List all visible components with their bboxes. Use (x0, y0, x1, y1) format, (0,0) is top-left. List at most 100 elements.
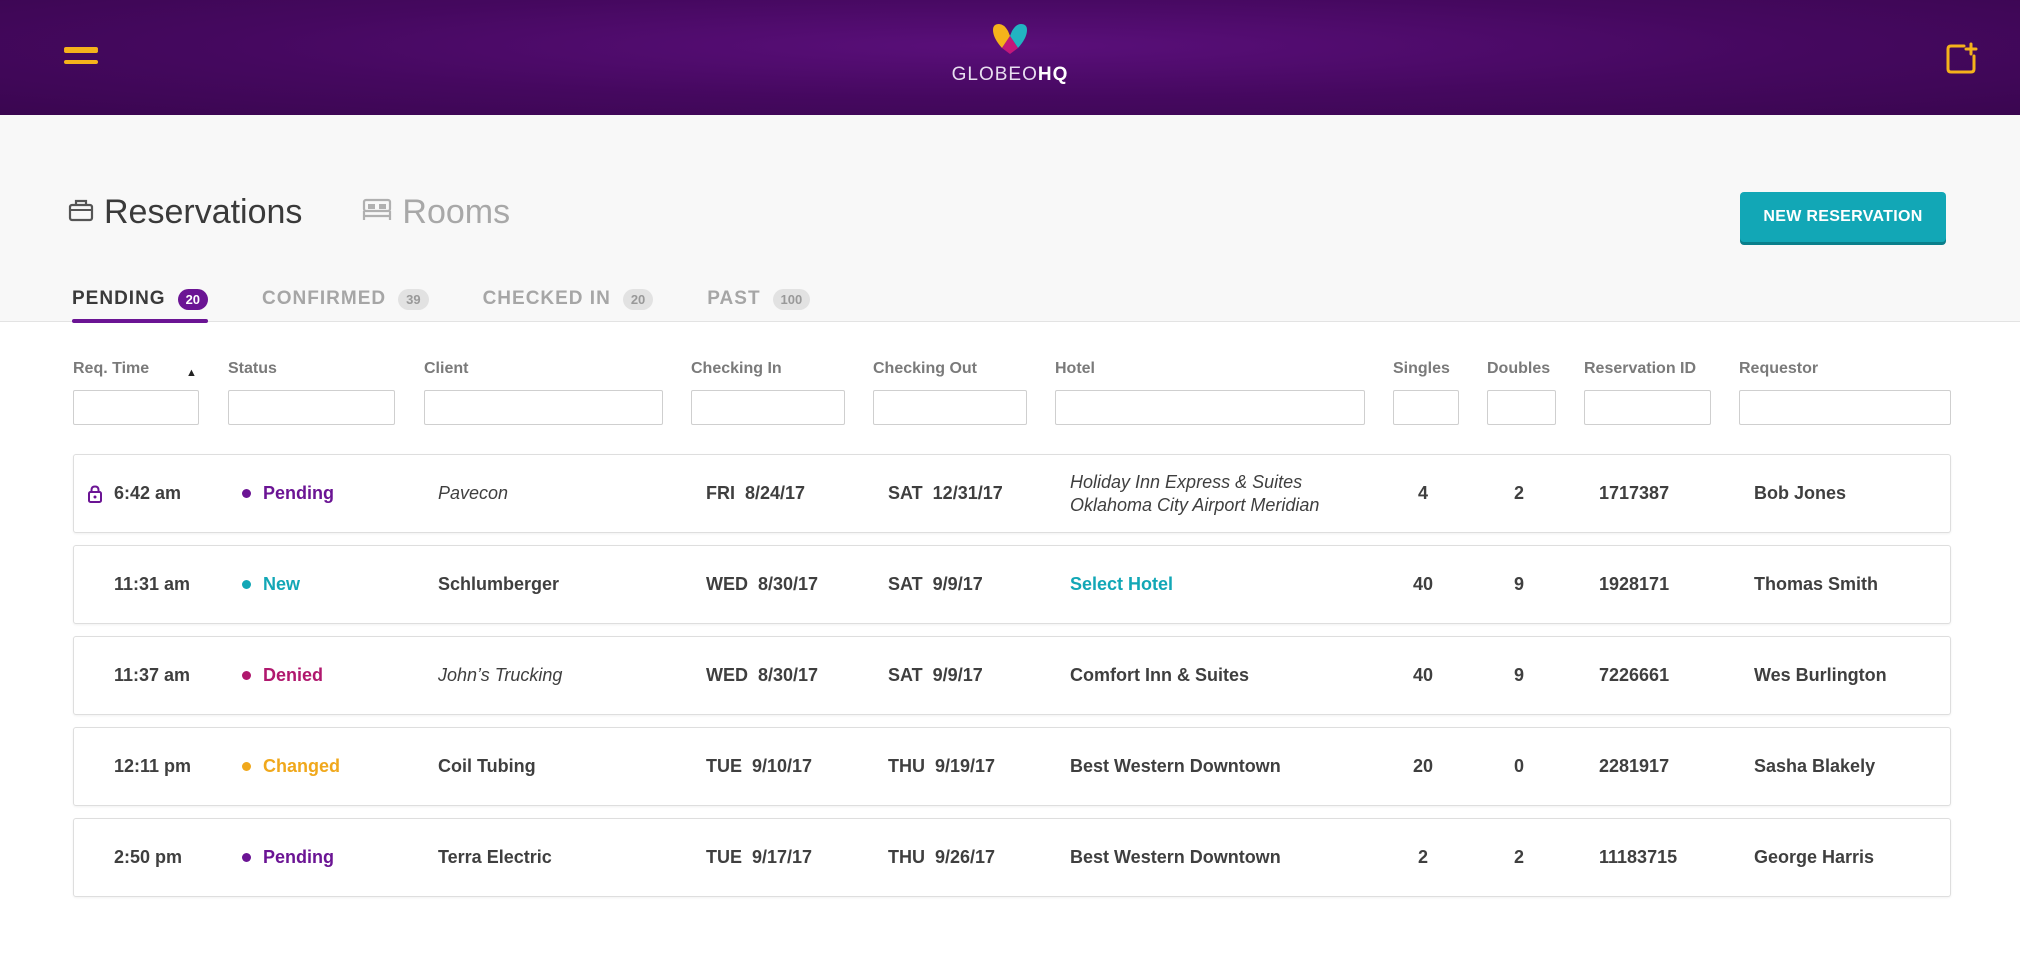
request-time: 6:42 am (114, 483, 182, 503)
tab-label: CONFIRMED (262, 288, 387, 309)
new-reservation-button[interactable]: NEW RESERVATION (1740, 192, 1946, 242)
singles-count: 2 (1418, 847, 1429, 867)
checking-out-value: 9/9/17 (932, 665, 983, 685)
request-time: 12:11 pm (114, 756, 192, 776)
checking-in-value: 8/30/17 (758, 665, 819, 685)
hotel-name-line1: Holiday Inn Express & Suites (1070, 471, 1303, 492)
tab-checked-in[interactable]: CHECKED IN 20 (483, 284, 654, 322)
page-subheader: Reservations Rooms NEW RESERVATION PENDI… (0, 115, 2020, 323)
status-label: Pending (263, 847, 334, 867)
reservation-id: 7226661 (1599, 665, 1670, 685)
client-name: John’s Trucking (438, 665, 563, 685)
select-hotel-link[interactable]: Select Hotel (1070, 574, 1173, 595)
reservation-id-filter-input[interactable] (1584, 390, 1711, 425)
requestor-name: Wes Burlington (1754, 665, 1887, 685)
logo-text-bold: HQ (1037, 64, 1069, 85)
column-header-checking-in[interactable]: Checking In (691, 360, 845, 382)
view-label: Reservations (104, 193, 303, 231)
checking-in-day: WED (706, 574, 748, 594)
reservation-id: 2281917 (1599, 756, 1670, 776)
client-name: Coil Tubing (438, 756, 536, 776)
checking-in-day: TUE (706, 847, 742, 867)
checking-out-value: 9/9/17 (932, 574, 983, 594)
column-header-hotel[interactable]: Hotel (1055, 360, 1365, 382)
requestor-filter-input[interactable] (1739, 390, 1951, 425)
checking-in-date: WED 8/30/17 (706, 637, 818, 714)
filter-req-time: Req. Time ▲ (73, 360, 199, 425)
hotel-cell: Select Hotel (1070, 546, 1173, 623)
column-header-client[interactable]: Client (424, 360, 663, 382)
status-badge: Pending (242, 819, 334, 896)
tab-label: CHECKED IN (482, 288, 611, 309)
requestor-name: Bob Jones (1754, 483, 1847, 503)
singles-count: 20 (1413, 756, 1434, 776)
singles-filter-input[interactable] (1393, 390, 1459, 425)
column-header-singles[interactable]: Singles (1393, 360, 1459, 382)
column-header-doubles[interactable]: Doubles (1487, 360, 1556, 382)
checking-out-date: THU 9/26/17 (888, 819, 995, 896)
request-time: 11:31 am (114, 574, 191, 594)
column-header-requestor[interactable]: Requestor (1739, 360, 1951, 382)
column-header-status[interactable]: Status (228, 360, 395, 382)
checking-out-day: SAT (888, 665, 923, 685)
status-dot-icon (242, 853, 251, 862)
req-time-filter-input[interactable] (73, 390, 199, 425)
checking-out-date: SAT 9/9/17 (888, 546, 983, 623)
table-row[interactable]: 6:42 am Pending Pavecon FRI 8/24/17 SAT … (73, 454, 1951, 533)
status-badge: Pending (242, 455, 334, 532)
checking-in-day: WED (706, 665, 748, 685)
checking-in-filter-input[interactable] (691, 390, 845, 425)
doubles-filter-input[interactable] (1487, 390, 1556, 425)
new-item-icon[interactable] (1944, 42, 1978, 76)
checking-in-day: FRI (706, 483, 735, 503)
doubles-count: 2 (1514, 483, 1525, 503)
checking-in-value: 9/10/17 (752, 756, 813, 776)
doubles-count: 0 (1514, 756, 1525, 776)
checking-out-filter-input[interactable] (873, 390, 1027, 425)
requestor-name: Sasha Blakely (1754, 756, 1876, 776)
count-badge: 20 (622, 288, 654, 310)
sort-ascending-icon[interactable]: ▲ (186, 367, 197, 379)
column-header-req-time[interactable]: Req. Time (73, 360, 199, 382)
hamburger-icon[interactable] (64, 47, 100, 71)
tab-pending[interactable]: PENDING 20 (72, 284, 209, 323)
tab-confirmed[interactable]: CONFIRMED 39 (262, 284, 429, 322)
checking-out-date: SAT 9/9/17 (888, 637, 983, 714)
status-dot-icon (242, 489, 251, 498)
filter-hotel: Hotel (1055, 360, 1365, 425)
reservation-id: 1717387 (1599, 483, 1670, 503)
tab-label: PENDING (72, 288, 166, 309)
filter-doubles: Doubles (1487, 360, 1556, 425)
view-reservations[interactable]: Reservations (68, 193, 302, 232)
client-filter-input[interactable] (424, 390, 663, 425)
logo-wordmark: GLOBEOHQ (940, 64, 1080, 86)
status-dot-icon (242, 762, 251, 771)
checking-in-date: FRI 8/24/17 (706, 455, 805, 532)
luggage-icon (68, 197, 94, 228)
table-row[interactable]: 11:31 am New Schlumberger WED 8/30/17 SA… (73, 545, 1951, 624)
column-header-reservation-id[interactable]: Reservation ID (1584, 360, 1711, 382)
status-tabs: PENDING 20 CONFIRMED 39 CHECKED IN 20 PA… (72, 284, 864, 323)
column-header-checking-out[interactable]: Checking Out (873, 360, 1027, 382)
status-filter-input[interactable] (228, 390, 395, 425)
table-row[interactable]: 11:37 am Denied John’s Trucking WED 8/30… (73, 636, 1951, 715)
tab-past[interactable]: PAST 100 (707, 284, 811, 322)
client-name: Schlumberger (438, 574, 560, 594)
singles-count: 4 (1418, 483, 1429, 503)
count-badge: 20 (177, 288, 209, 310)
hotel-filter-input[interactable] (1055, 390, 1365, 425)
checking-out-day: THU (888, 756, 925, 776)
view-rooms[interactable]: Rooms (362, 193, 510, 232)
checking-in-value: 8/24/17 (745, 483, 806, 503)
checking-out-day: THU (888, 847, 925, 867)
app-logo[interactable]: GLOBEOHQ (940, 24, 1080, 94)
count-badge: 39 (398, 288, 429, 310)
doubles-count: 2 (1514, 847, 1525, 867)
filter-row: Req. Time ▲ Status Client Checking In Ch… (0, 360, 2020, 430)
checking-in-date: TUE 9/10/17 (706, 728, 812, 805)
table-row[interactable]: 12:11 pm Changed Coil Tubing TUE 9/10/17… (73, 727, 1951, 806)
table-row[interactable]: 2:50 pm Pending Terra Electric TUE 9/17/… (73, 818, 1951, 897)
checking-out-day: SAT (888, 483, 923, 503)
doubles-count: 9 (1514, 665, 1525, 685)
checking-out-date: SAT 12/31/17 (888, 455, 1003, 532)
